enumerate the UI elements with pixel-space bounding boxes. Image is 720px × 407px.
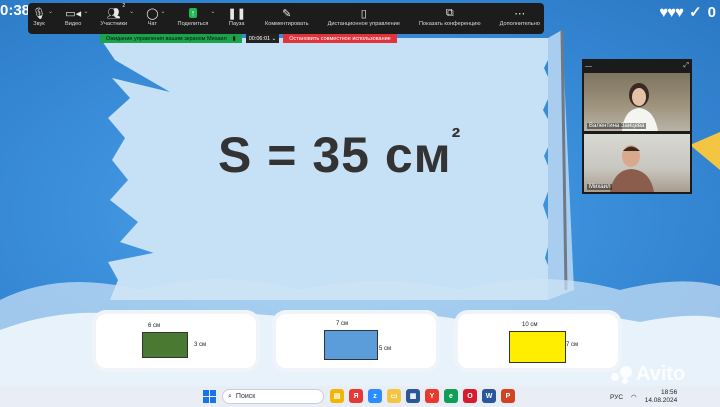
participants-count-badge: 2 <box>122 3 126 9</box>
toolbar-annotate-button[interactable]: ✎ Комментировать <box>264 3 309 28</box>
toolbar-audio-button[interactable]: 🎙︎ Звук ⌄ <box>32 3 53 28</box>
answer-card[interactable]: 7 см 5 см <box>276 314 436 368</box>
meeting-toolbar: 🎙︎ Звук ⌄ ▭◂ Видео ⌄ 👥︎ 2 Участники ⌄ ◯ … <box>28 3 544 34</box>
participants-icon: 👥︎ <box>106 7 121 20</box>
toolbar-label: Пауза <box>228 21 245 27</box>
check-icon: ✓ <box>689 4 702 21</box>
toolbar-label: Участники <box>100 21 128 27</box>
taskbar-clock[interactable]: 18:56 14.08.2024 <box>645 389 678 405</box>
windows-taskbar: ⌕ Поиск ▤ Яz ▭ ▦ Ye O W P РУС ◠ 18:56 14.08.202… <box>0 386 720 407</box>
pen-icon: ✎ <box>282 7 292 20</box>
toolbar-more-button[interactable]: ⋯ Дополнительно <box>499 3 540 28</box>
chat-icon: ◯ <box>146 7 159 20</box>
toolbar-label: Поделиться <box>177 21 209 27</box>
toolbar-label: Показать конференцию <box>419 21 481 27</box>
word-icon[interactable]: W <box>482 389 496 403</box>
remote-control-waiting: Ожидание управления вашим экраном Михаил… <box>100 34 242 43</box>
chevron-down-icon[interactable]: ⌄ <box>83 8 88 15</box>
answer-card[interactable]: 6 см 3 см <box>96 314 256 368</box>
camera-icon: ▭◂ <box>65 7 82 20</box>
width-label: 10 см <box>522 322 538 328</box>
taskbar-apps: ▤ Яz ▭ ▦ Ye O W P <box>330 389 515 403</box>
explorer-icon[interactable]: ▤ <box>330 389 344 403</box>
chevron-down-icon[interactable]: ⌄ <box>48 8 53 15</box>
toolbar-label: Звук <box>33 21 45 27</box>
yandex-browser-icon[interactable]: Y <box>425 389 439 403</box>
chevron-down-icon[interactable]: ⌄ <box>210 8 215 15</box>
width-label: 6 см <box>148 323 161 329</box>
chevron-down-icon: ⌄ <box>271 35 277 42</box>
chevron-down-icon[interactable]: ⌄ <box>129 8 134 15</box>
avito-logo-icon <box>611 365 633 384</box>
stop-share-label: Остановить совместное использование <box>289 35 391 42</box>
powerpoint-icon[interactable]: P <box>501 389 515 403</box>
toolbar-share-button[interactable]: ↑ Поделиться ⌄ <box>177 3 215 27</box>
rectangle-shape <box>142 332 188 358</box>
rectangle-shape <box>509 331 566 363</box>
toolbar-chat-button[interactable]: ◯ Чат ⌄ <box>146 3 165 28</box>
toolbar-remote-control-button[interactable]: ▯ Дистанционное управление <box>327 3 400 28</box>
video-panel-header: — ⤢ <box>582 59 692 73</box>
video-panel: — ⤢ Валентина Зайцева Михаил <box>582 59 692 194</box>
game-timer: 0:38 <box>0 2 31 19</box>
yandex-icon[interactable]: Я <box>349 389 363 403</box>
pause-icon: ❚❚ <box>227 7 246 20</box>
toolbar-label: Видео <box>65 21 82 27</box>
language-indicator[interactable]: РУС <box>610 394 623 401</box>
toolbar-label: Дистанционное управление <box>327 21 400 27</box>
avito-watermark: Avito <box>611 363 685 386</box>
toolbar-pause-button[interactable]: ❚❚ Пауза <box>227 3 246 28</box>
watermark-text: Avito <box>636 363 686 385</box>
area-formula: S = 35 см² <box>218 122 461 184</box>
minimize-icon[interactable]: — <box>585 63 592 70</box>
lives-hearts-icon: ♥♥♥ <box>659 3 684 21</box>
mouse-icon: ▯ <box>360 7 367 20</box>
width-label: 7 см <box>336 321 349 327</box>
toolbar-participants-button[interactable]: 👥︎ 2 Участники ⌄ <box>100 3 134 27</box>
more-icon: ⋯ <box>514 7 526 20</box>
folder-icon[interactable]: ▭ <box>387 389 401 403</box>
video-tile[interactable]: Михаил <box>584 134 690 192</box>
height-label: 7 см <box>566 342 579 348</box>
system-tray: РУС ◠ 18:56 14.08.2024 <box>610 389 677 405</box>
answer-card[interactable]: 10 см 7 см <box>458 314 618 368</box>
zoom-icon[interactable]: z <box>368 389 382 403</box>
start-button-icon[interactable] <box>203 390 216 403</box>
height-label: 5 см <box>379 346 392 352</box>
clock-date: 14.08.2024 <box>644 397 678 404</box>
wifi-icon[interactable]: ◠ <box>631 393 637 401</box>
rectangle-shape <box>324 330 378 360</box>
edge-icon[interactable]: e <box>444 389 458 403</box>
participant-name: Михаил <box>587 184 613 190</box>
opera-icon[interactable]: O <box>463 389 477 403</box>
share-status-bar: Ожидание управления вашим экраном Михаил… <box>100 34 397 43</box>
microphone-icon: 🎙︎ <box>32 7 46 20</box>
toolbar-label: Чат <box>147 21 157 27</box>
toolbar-show-meeting-button[interactable]: ⧉ Показать конференцию <box>419 3 481 28</box>
toolbar-label: Дополнительно <box>499 21 540 27</box>
search-placeholder: Поиск <box>235 393 256 400</box>
stop-share-button[interactable]: Остановить совместное использование <box>283 34 397 43</box>
game-hud: ♥♥♥ ✓ 0 <box>659 3 716 22</box>
calendar-icon[interactable]: ▦ <box>406 389 420 403</box>
height-label: 3 см <box>194 342 207 348</box>
video-tile[interactable]: Валентина Зайцева <box>584 73 690 131</box>
toolbar-video-button[interactable]: ▭◂ Видео ⌄ <box>65 3 88 28</box>
clock-time: 18:56 <box>660 389 678 396</box>
taskbar-search-input[interactable]: ⌕ Поиск <box>222 389 324 404</box>
score-value: 0 <box>707 3 716 21</box>
window-icon: ⧉ <box>445 6 454 19</box>
chevron-down-icon[interactable]: ⌄ <box>160 8 165 15</box>
formula-exponent: ² <box>451 122 462 153</box>
share-elapsed-time[interactable]: 00:06:01 ⌄ <box>245 34 280 43</box>
signal-icon: ▮ <box>232 35 236 42</box>
formula-text: S = 35 см <box>218 127 452 183</box>
toolbar-label: Комментировать <box>264 21 309 27</box>
share-icon: ↑ <box>188 8 198 18</box>
expand-icon[interactable]: ⤢ <box>683 62 689 70</box>
search-icon: ⌕ <box>228 392 232 400</box>
elapsed-text: 00:06:01 <box>248 35 271 42</box>
waiting-text: Ожидание управления вашим экраном Михаил <box>106 35 227 42</box>
participant-name: Валентина Зайцева <box>587 123 647 129</box>
